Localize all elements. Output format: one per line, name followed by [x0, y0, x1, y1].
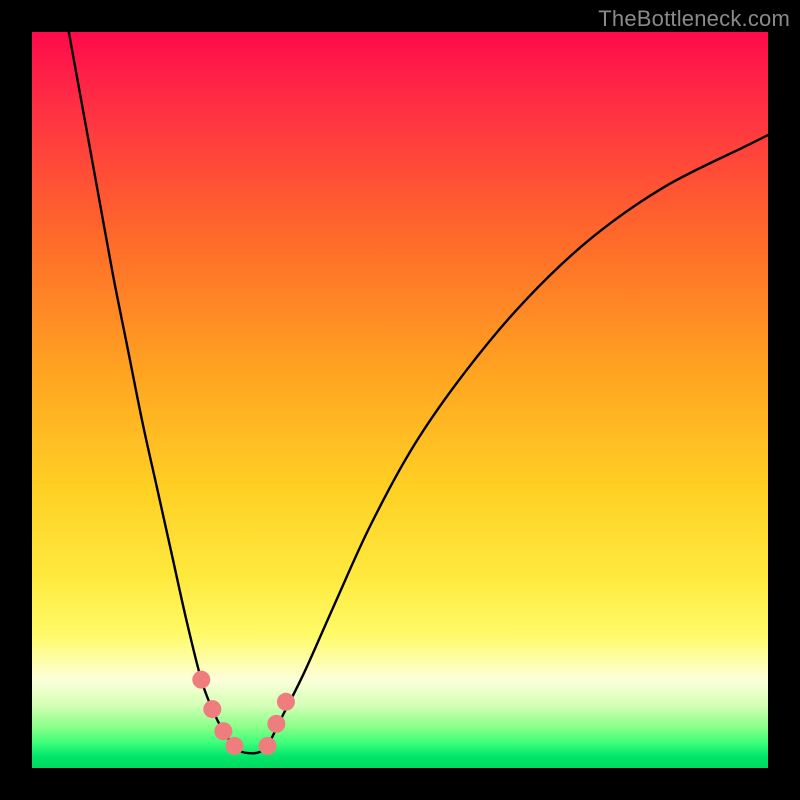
curve-marker	[225, 737, 243, 755]
chart-svg	[32, 32, 768, 768]
plot-area	[32, 32, 768, 768]
frame-border	[0, 768, 800, 800]
frame-border	[0, 0, 32, 800]
curve-marker	[259, 737, 277, 755]
curve-marker	[203, 700, 221, 718]
curve-marker	[192, 671, 210, 689]
chart-container: TheBottleneck.com	[0, 0, 800, 800]
curve-marker	[277, 693, 295, 711]
watermark-text: TheBottleneck.com	[598, 6, 790, 32]
gradient-background	[32, 32, 768, 768]
frame-border	[768, 0, 800, 800]
curve-marker	[214, 722, 232, 740]
curve-marker	[267, 715, 285, 733]
